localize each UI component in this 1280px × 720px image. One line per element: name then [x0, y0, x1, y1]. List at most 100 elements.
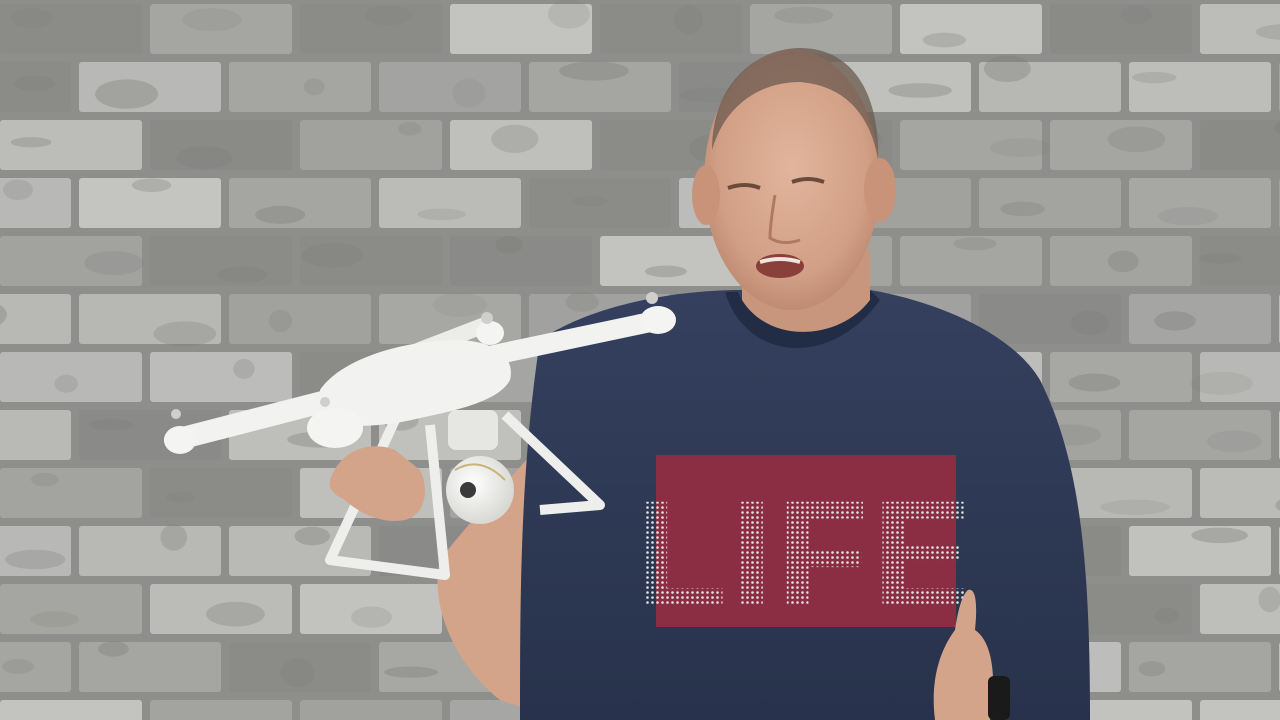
brick-texture [255, 205, 306, 224]
brick-texture [495, 236, 523, 254]
brick-texture [10, 8, 53, 29]
brick-texture [153, 321, 217, 347]
brick [1129, 62, 1271, 112]
brick-texture [131, 178, 172, 193]
brick [1050, 4, 1192, 54]
brick-texture [1198, 253, 1242, 264]
ear-left [692, 165, 720, 225]
brick-texture [983, 55, 1031, 83]
brick-texture [89, 418, 134, 431]
brick-texture [1138, 661, 1166, 677]
brick-texture [644, 265, 687, 278]
brick-texture [10, 137, 52, 148]
brick-texture [1154, 311, 1196, 331]
brick-texture [1207, 430, 1262, 453]
brick [0, 410, 71, 460]
motor-pod-left [307, 408, 363, 448]
video-frame: LIFE [0, 0, 1280, 720]
brick-texture [84, 250, 144, 276]
brick-texture [30, 611, 79, 628]
camera-lens [460, 482, 476, 498]
brick-texture [1189, 371, 1254, 395]
brick-texture [364, 5, 413, 26]
brick-texture [233, 358, 255, 379]
brick-texture [432, 292, 487, 317]
brick [1200, 700, 1280, 720]
brick [300, 700, 442, 720]
brick [150, 468, 292, 518]
brick-texture [990, 138, 1052, 157]
camera-gimbal [446, 456, 514, 524]
brick-texture [398, 121, 422, 136]
brick [229, 178, 371, 228]
brick [1050, 352, 1192, 402]
brick-texture [3, 179, 34, 201]
brick-texture [888, 83, 952, 98]
brick [379, 62, 521, 112]
brick [1200, 468, 1280, 518]
brick-texture [5, 549, 66, 570]
brick-texture [269, 309, 293, 333]
brick-texture [922, 32, 967, 48]
brick-texture [206, 601, 265, 627]
motor-back [476, 321, 504, 345]
brick-texture [301, 242, 364, 268]
prop-cap-left [171, 409, 181, 419]
prop-cap-back [481, 312, 493, 324]
brick-texture [31, 472, 59, 487]
brick-texture [571, 196, 609, 207]
brick-texture [1120, 5, 1153, 25]
motor-right [640, 306, 676, 334]
shirt-text: LIFE [636, 469, 977, 637]
brick-texture [2, 659, 34, 674]
brick [379, 178, 521, 228]
brick-texture [217, 266, 268, 284]
brick-texture [160, 524, 188, 551]
brick-texture [1258, 586, 1280, 613]
brick-texture [294, 526, 331, 546]
shirt-graphic: LIFE [636, 455, 977, 637]
brick-texture [491, 124, 539, 153]
brick-texture [54, 374, 78, 393]
ear-right [864, 158, 896, 222]
brick-texture [953, 237, 997, 251]
brick [0, 584, 142, 634]
brick-texture [1154, 607, 1180, 624]
brick-texture [547, 0, 591, 29]
brick-texture [95, 79, 159, 109]
prop-cap-right [646, 292, 658, 304]
brick-texture [13, 75, 56, 91]
brick-texture [303, 78, 325, 96]
brick-texture [559, 61, 629, 81]
brick-texture [1107, 126, 1166, 153]
brick-texture [98, 641, 129, 657]
brick-texture [1191, 527, 1248, 544]
brick [600, 4, 742, 54]
brick-texture [1107, 250, 1139, 273]
brick-texture [182, 8, 242, 32]
brick-texture [1068, 373, 1121, 392]
brick [1200, 120, 1280, 170]
brick-texture [351, 606, 392, 628]
wrist-band [988, 676, 1010, 720]
brick [0, 700, 142, 720]
gimbal-mount [448, 410, 498, 450]
brick-texture [674, 4, 703, 35]
brick-texture [1157, 207, 1219, 226]
brick [1129, 294, 1271, 344]
brick-texture [565, 291, 599, 312]
scene-canvas: LIFE [0, 0, 1280, 720]
brick-texture [166, 491, 196, 504]
prop-cap-mid [320, 397, 330, 407]
brick [150, 700, 292, 720]
brick [900, 4, 1042, 54]
brick-texture [280, 657, 315, 688]
brick-texture [176, 146, 233, 170]
brick [229, 62, 371, 112]
brick-texture [774, 6, 834, 24]
brick-texture [1132, 71, 1177, 84]
motor-left [164, 426, 196, 454]
brick [0, 468, 142, 518]
brick [979, 178, 1121, 228]
brick-texture [384, 666, 438, 678]
